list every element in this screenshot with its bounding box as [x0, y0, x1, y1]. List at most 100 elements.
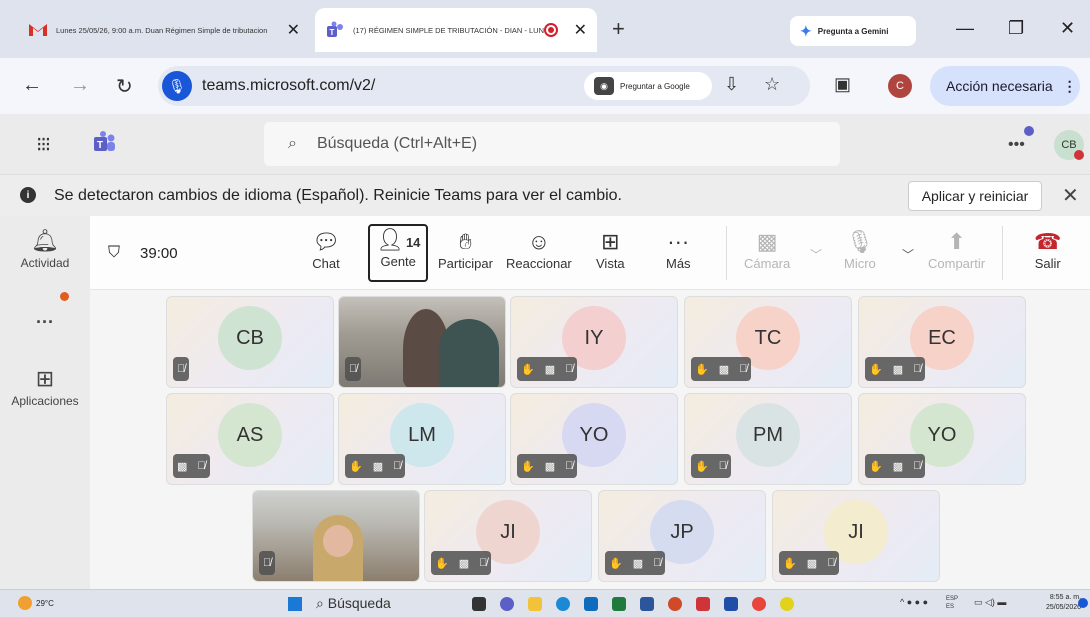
participant-video-tile[interactable]: 🎙̸ — [338, 296, 506, 388]
participant-shoulder — [439, 319, 499, 387]
media-icon[interactable] — [668, 597, 682, 611]
participant-tile[interactable]: JP ✋ ▩ 🎙̸ — [598, 490, 766, 582]
language-indicator[interactable]: ESP ES — [946, 595, 958, 611]
weather-temp: 29°C — [36, 598, 54, 608]
rail-label-activity: Actividad — [20, 256, 70, 270]
view-label: Vista — [596, 256, 625, 271]
participant-video-tile[interactable]: 🎙̸ — [252, 490, 420, 582]
canary-icon[interactable] — [780, 597, 794, 611]
chat-app-icon[interactable] — [500, 597, 514, 611]
ask-google-label: Preguntar a Google — [620, 81, 690, 91]
rail-more-icon[interactable]: ··· — [0, 312, 90, 333]
rail-item-activity[interactable]: 🔔︎ Actividad — [0, 228, 90, 270]
people-button[interactable]: 👤︎ 14 Gente — [368, 224, 429, 282]
participant-tile[interactable]: AS ▩ 🎙̸ — [166, 393, 334, 485]
forward-icon[interactable]: → — [70, 74, 90, 97]
view-button[interactable]: ⊞ Vista — [596, 228, 625, 271]
raised-hand-icon: ✋ — [521, 363, 535, 376]
back-icon[interactable]: ← — [22, 74, 42, 97]
notification-center-icon[interactable] — [1078, 598, 1088, 608]
url-text[interactable]: teams.microsoft.com/v2/ — [202, 77, 375, 95]
close-banner-icon[interactable]: ✕ — [1062, 183, 1079, 208]
mic-muted-icon: 🎙̸ — [913, 460, 922, 472]
network-sound-icons[interactable]: ▭ ◁) ▬ — [974, 597, 1006, 608]
search-placeholder: Búsqueda (Ctrl+Alt+E) — [316, 135, 478, 152]
profile-avatar[interactable]: C — [888, 74, 912, 98]
omnibox[interactable]: 🎙︎ teams.microsoft.com/v2/ ◉ Preguntar a… — [158, 66, 810, 106]
microphone-icon[interactable]: 🎙︎ — [162, 71, 192, 101]
gmail-icon — [28, 21, 48, 39]
participant-tile[interactable]: IY ✋ ▩ 🎙̸ — [510, 296, 678, 388]
mic-button[interactable]: 🎙︎ Micro — [844, 228, 876, 271]
more-button[interactable]: ··· Más — [666, 228, 691, 271]
task-view-icon[interactable] — [472, 597, 486, 611]
browser-tab-gmail[interactable]: Lunes 25/05/26, 9:00 a.m. Duan Régimen S… — [18, 8, 310, 52]
camera-off-icon: ▩ — [718, 363, 730, 376]
participant-tile[interactable]: PM ✋ 🎙̸ — [684, 393, 852, 485]
close-window-icon[interactable]: ✕ — [1060, 18, 1075, 39]
raised-hand-icon: ✋ — [695, 460, 709, 473]
close-tab-icon[interactable]: ✕ — [574, 20, 587, 40]
reading-mode-icon[interactable]: ▣ — [834, 74, 851, 95]
pdf-icon[interactable] — [696, 597, 710, 611]
install-app-icon[interactable]: ⇩ — [724, 74, 739, 95]
store-icon[interactable] — [584, 597, 598, 611]
outlook-icon[interactable] — [724, 597, 738, 611]
participant-tile[interactable]: YO ✋ ▩ 🎙̸ — [510, 393, 678, 485]
system-clock[interactable]: 8:55 a. m. 25/05/2026 — [1046, 593, 1081, 613]
participant-tile[interactable]: LM ✋ ▩ 🎙̸ — [338, 393, 506, 485]
info-icon: i — [20, 187, 36, 203]
browser-tab-teams[interactable]: T (17) RÉGIMEN SIMPLE DE TRIBUTACIÓN - D… — [315, 8, 597, 52]
more-options-icon[interactable]: ••• — [1008, 136, 1025, 154]
bookmark-star-icon[interactable]: ☆ — [764, 74, 780, 95]
taskbar-search[interactable]: ⌕ Búsqueda — [316, 595, 391, 612]
weather-widget[interactable]: 29°C — [18, 596, 54, 610]
leave-button[interactable]: ☎ Salir — [1034, 228, 1061, 271]
mic-options-chevron-icon[interactable]: ﹀ — [902, 246, 914, 263]
tray-icons[interactable]: ^ ● ● ● — [900, 597, 928, 607]
action-needed-button[interactable]: Acción necesaria ⋮ — [930, 66, 1080, 106]
minimize-icon[interactable]: — — [956, 18, 974, 39]
participant-tile[interactable]: JI ✋ ▩ 🎙̸ — [772, 490, 940, 582]
chrome-icon[interactable] — [752, 597, 766, 611]
participant-tile[interactable]: TC ✋ ▩ 🎙̸ — [684, 296, 852, 388]
clock-time: 8:55 a. m. — [1049, 594, 1082, 601]
restore-icon[interactable]: ❐ — [1008, 18, 1024, 39]
apply-restart-button[interactable]: Aplicar y reiniciar — [908, 181, 1042, 211]
camera-button[interactable]: ▩ Cámara — [744, 228, 790, 271]
camera-options-chevron-icon[interactable]: ﹀ — [810, 246, 822, 263]
raise-hand-button[interactable]: ✋︎ Participar — [438, 228, 493, 271]
camera-off-icon: ▩ — [177, 460, 188, 473]
participant-tile[interactable]: YO ✋ ▩ 🎙̸ — [858, 393, 1026, 485]
mic-muted-icon: 🎙̸ — [393, 460, 402, 472]
participant-avatar: AS — [218, 403, 282, 467]
reload-icon[interactable]: ↻ — [116, 74, 133, 99]
teams-search-input[interactable]: ⌕ Búsqueda (Ctrl+Alt+E) — [264, 122, 840, 166]
excel-icon[interactable] — [612, 597, 626, 611]
rail-item-apps[interactable]: ⊞ Aplicaciones — [0, 366, 90, 408]
mic-muted-icon: 🎙̸ — [913, 363, 922, 375]
participant-tile[interactable]: JI ✋ ▩ 🎙̸ — [424, 490, 592, 582]
mic-label: Micro — [844, 256, 876, 271]
windows-start-icon[interactable] — [288, 597, 302, 611]
word-icon[interactable] — [640, 597, 654, 611]
file-explorer-icon[interactable] — [528, 597, 542, 611]
tile-controls: 🎙̸ — [259, 551, 276, 575]
share-button[interactable]: ⬆ Compartir — [928, 228, 985, 271]
participant-face — [323, 525, 353, 557]
close-tab-icon[interactable]: ✕ — [287, 20, 300, 40]
raised-hand-icon: ✋ — [521, 460, 535, 473]
ask-google-button[interactable]: ◉ Preguntar a Google — [584, 72, 712, 100]
svg-text:T: T — [97, 140, 103, 151]
edge-icon[interactable] — [556, 597, 570, 611]
participant-tile[interactable]: EC ✋ ▩ 🎙̸ — [858, 296, 1026, 388]
new-tab-icon[interactable]: + — [612, 16, 625, 42]
mic-muted-icon: 🎙̸ — [653, 557, 662, 569]
chat-button[interactable]: 💬︎ Chat — [312, 228, 340, 271]
app-launcher-icon[interactable]: ⁝⁝⁝ — [36, 132, 51, 157]
camera-off-icon: ▩ — [756, 229, 778, 254]
gemini-button[interactable]: ✦ Pregunta a Gemini — [790, 16, 916, 46]
participant-video — [339, 297, 505, 387]
react-button[interactable]: ☺ Reaccionar — [506, 228, 572, 271]
participant-tile[interactable]: CB 🎙̸ — [166, 296, 334, 388]
